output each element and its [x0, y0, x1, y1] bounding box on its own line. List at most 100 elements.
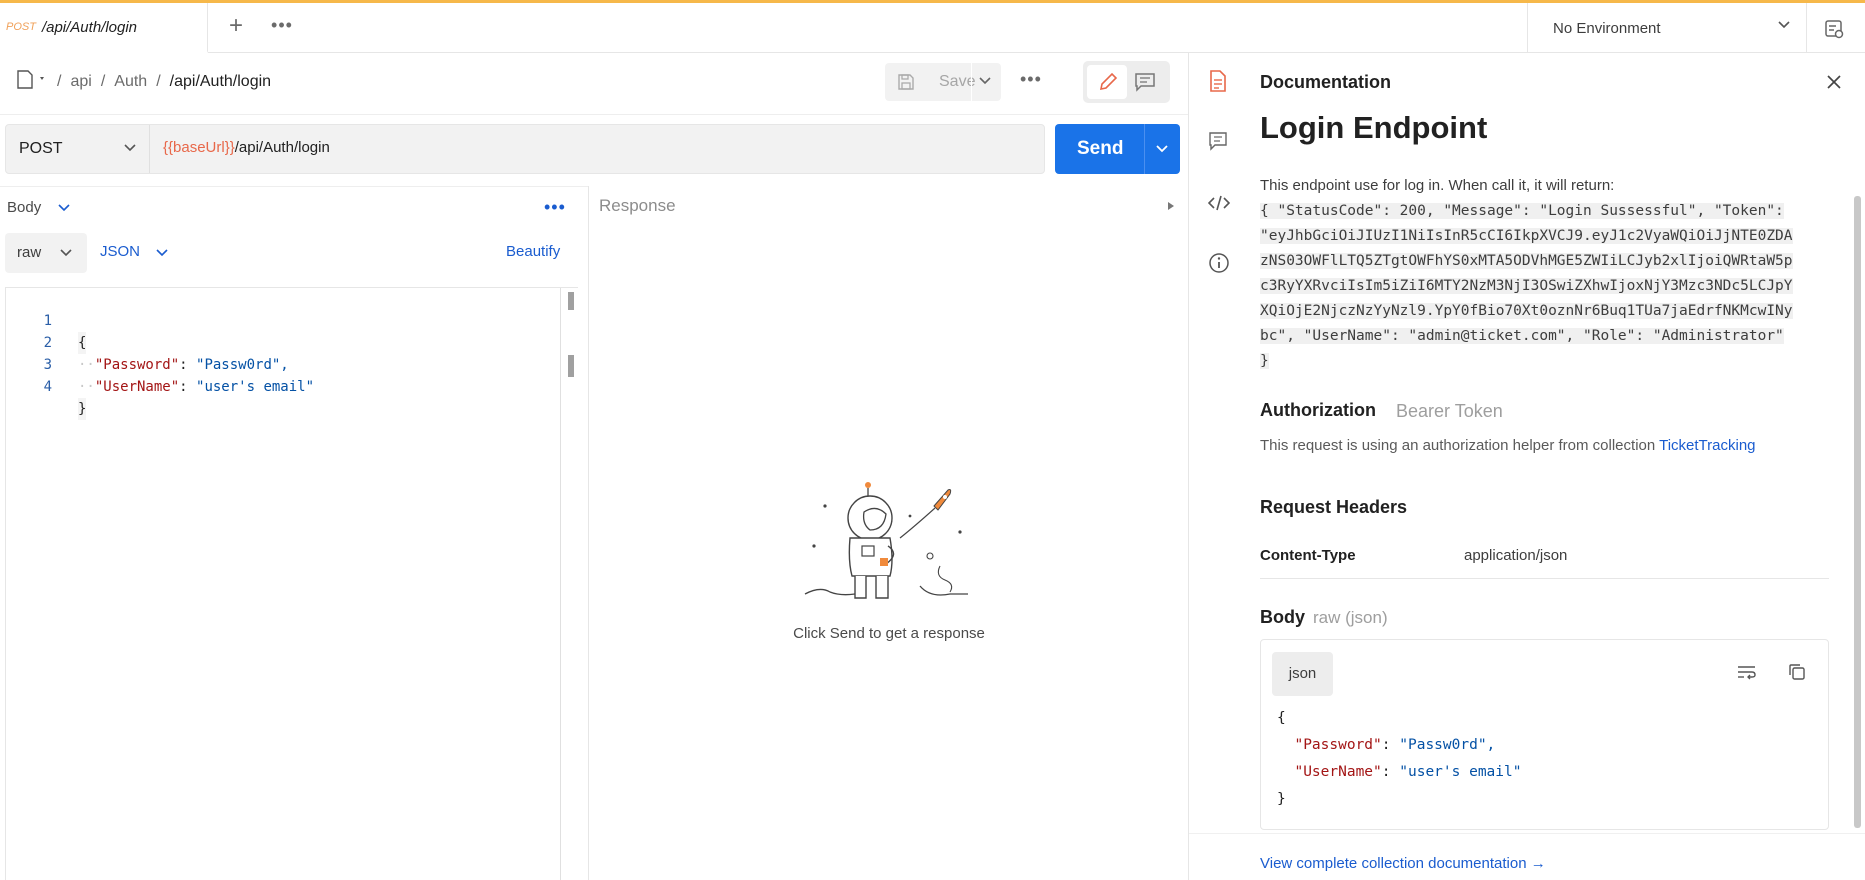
- authorization-heading: Authorization: [1260, 400, 1376, 420]
- code-line: 3 ··"UserName": "user's email": [6, 332, 314, 395]
- code-line: 4 }: [6, 354, 87, 420]
- documentation-header: Documentation: [1260, 72, 1392, 92]
- language-tag: json: [1272, 652, 1333, 696]
- body-language-select[interactable]: JSON: [100, 243, 140, 260]
- documentation-body-example: json { "Password": "Passw0rd", "UserName…: [1260, 639, 1829, 830]
- json-value: "user's email": [1399, 764, 1522, 780]
- code-text: {: [78, 332, 87, 354]
- code-text: ··"Password": "Passw0rd",: [78, 357, 289, 373]
- body-type-label: raw (json): [1313, 608, 1388, 627]
- pencil-icon: [1099, 72, 1118, 91]
- file-icon[interactable]: [16, 70, 46, 90]
- view-collection-docs-link[interactable]: View complete collection documentation →: [1260, 855, 1546, 872]
- chevron-down-icon: [124, 144, 136, 152]
- body-tab[interactable]: Body: [7, 199, 41, 216]
- code-sample-line: bc", "UserName": "admin@ticket.com", "Ro…: [1260, 328, 1784, 344]
- header-key: Content-Type: [1260, 547, 1356, 564]
- comment-icon[interactable]: [1208, 131, 1228, 151]
- breadcrumb-separator: /: [156, 73, 161, 90]
- mode-toggle: [1083, 61, 1170, 103]
- environment-icon[interactable]: [1824, 19, 1844, 39]
- chevron-down-icon[interactable]: [978, 76, 992, 86]
- code-sample-line: zNS03OWFlLTQ5ZTgtOWFhYS0xMTA5ODVhMGE5ZWI…: [1260, 253, 1793, 269]
- chevron-down-icon[interactable]: [156, 249, 168, 257]
- authorization-note: This request is using an authorization h…: [1260, 437, 1756, 454]
- breadcrumb-item-auth[interactable]: Auth: [114, 73, 147, 91]
- editor-scroll-track: [560, 288, 561, 880]
- tab-method-label: POST: [6, 21, 36, 33]
- json-key: "UserName": [1294, 764, 1382, 780]
- json-value: "user's email": [196, 379, 315, 395]
- code-text: ··"UserName": "user's email": [78, 379, 315, 395]
- code-sample-line: "eyJhbGciOiJIUzI1NiIsInR5cCI6IkpXVCJ9.ey…: [1260, 228, 1793, 244]
- documentation-scrollbar[interactable]: [1854, 196, 1861, 828]
- save-icon: [898, 74, 914, 90]
- url-path: /api/Auth/login: [234, 139, 330, 156]
- request-tab[interactable]: POST /api/Auth/login: [0, 3, 208, 53]
- environment-selector[interactable]: No Environment: [1527, 3, 1807, 53]
- add-tab-button[interactable]: +: [222, 13, 250, 41]
- documentation-code-sample: { "StatusCode": 200, "Message": "Login S…: [1260, 199, 1808, 374]
- documentation-divider[interactable]: [1188, 53, 1189, 880]
- response-panel: Response Click Send to get a response: [589, 186, 1189, 880]
- astronaut-illustration: [804, 482, 968, 599]
- code-icon[interactable]: [1208, 193, 1230, 213]
- method-select[interactable]: POST: [6, 125, 150, 173]
- response-empty-hint: Click Send to get a response: [793, 625, 985, 642]
- code-line: }: [1277, 791, 1286, 807]
- save-split-divider: [971, 63, 972, 101]
- collection-link[interactable]: TicketTracking: [1659, 437, 1755, 454]
- copy-icon[interactable]: [1788, 663, 1806, 681]
- triangle-right-icon[interactable]: [1167, 201, 1175, 211]
- editor-scrollbar-marker[interactable]: [568, 355, 574, 377]
- request-body-panel: Body ••• raw JSON Beautify 1 { 2 ··"Pass…: [0, 186, 588, 880]
- chevron-down-icon[interactable]: [1155, 144, 1169, 154]
- comment-icon[interactable]: [1133, 70, 1157, 94]
- beautify-button[interactable]: Beautify: [506, 243, 560, 260]
- send-split-divider: [1144, 124, 1145, 174]
- wrap-icon[interactable]: [1737, 664, 1757, 680]
- editor-scrollbar-marker[interactable]: [568, 292, 574, 310]
- header-value: application/json: [1464, 547, 1568, 564]
- request-more-button[interactable]: •••: [1020, 69, 1042, 90]
- chevron-down-icon[interactable]: [58, 204, 70, 212]
- response-title: Response: [599, 196, 676, 215]
- json-value: "Passw0rd",: [1399, 737, 1496, 753]
- code-sample-line: c3RyYXRvciIsIm5iZiI6MTY2NzM3NjI3OSwiZXhw…: [1260, 278, 1793, 294]
- send-button[interactable]: Send: [1055, 124, 1180, 174]
- body-code-editor[interactable]: 1 { 2 ··"Password": "Passw0rd", 3 ··"Use…: [5, 287, 578, 880]
- breadcrumb-item-api[interactable]: api: [70, 73, 91, 91]
- edit-mode-button[interactable]: [1087, 65, 1127, 99]
- url-variable: {{baseUrl}}: [163, 139, 235, 156]
- json-value: "Passw0rd",: [196, 357, 289, 373]
- code-text: }: [78, 398, 87, 420]
- body-more-button[interactable]: •••: [544, 197, 566, 218]
- documentation-icon[interactable]: [1208, 70, 1228, 92]
- tab-bar: POST /api/Auth/login + ••• No Environmen…: [0, 0, 1865, 53]
- method-label: POST: [19, 140, 63, 157]
- breadcrumb-current[interactable]: /api/Auth/login: [170, 73, 271, 91]
- request-header-row: / api / Auth / /api/Auth/login Save •••: [0, 53, 1188, 115]
- divider: [1189, 833, 1865, 834]
- divider: [1260, 578, 1829, 579]
- code-sample-line: XQiOjE2NjczNzYyNzl9.YpY0fBio70Xt0oznNr6B…: [1260, 303, 1793, 319]
- code-line: {: [1277, 710, 1286, 726]
- save-label: Save: [939, 73, 976, 90]
- url-input[interactable]: {{baseUrl}}/api/Auth/login: [163, 139, 330, 156]
- body-mode-label: raw: [17, 244, 42, 261]
- environment-label: No Environment: [1553, 19, 1661, 37]
- code-line: 2 ··"Password": "Passw0rd",: [6, 310, 289, 373]
- info-icon[interactable]: [1208, 252, 1230, 274]
- code-sample-line: { "StatusCode": 200, "Message": "Login S…: [1260, 203, 1784, 219]
- chevron-down-icon: [1778, 21, 1790, 29]
- tab-more-button[interactable]: •••: [268, 13, 296, 41]
- more-icon: •••: [271, 15, 293, 35]
- close-icon[interactable]: [1826, 74, 1842, 90]
- breadcrumb-separator: /: [57, 73, 62, 90]
- send-label: Send: [1077, 138, 1124, 159]
- body-heading: Body: [1260, 607, 1305, 627]
- add-icon: +: [228, 12, 243, 39]
- save-button[interactable]: Save: [885, 63, 1001, 101]
- body-mode-select[interactable]: raw: [5, 233, 87, 273]
- documentation-title: Login Endpoint: [1260, 110, 1488, 145]
